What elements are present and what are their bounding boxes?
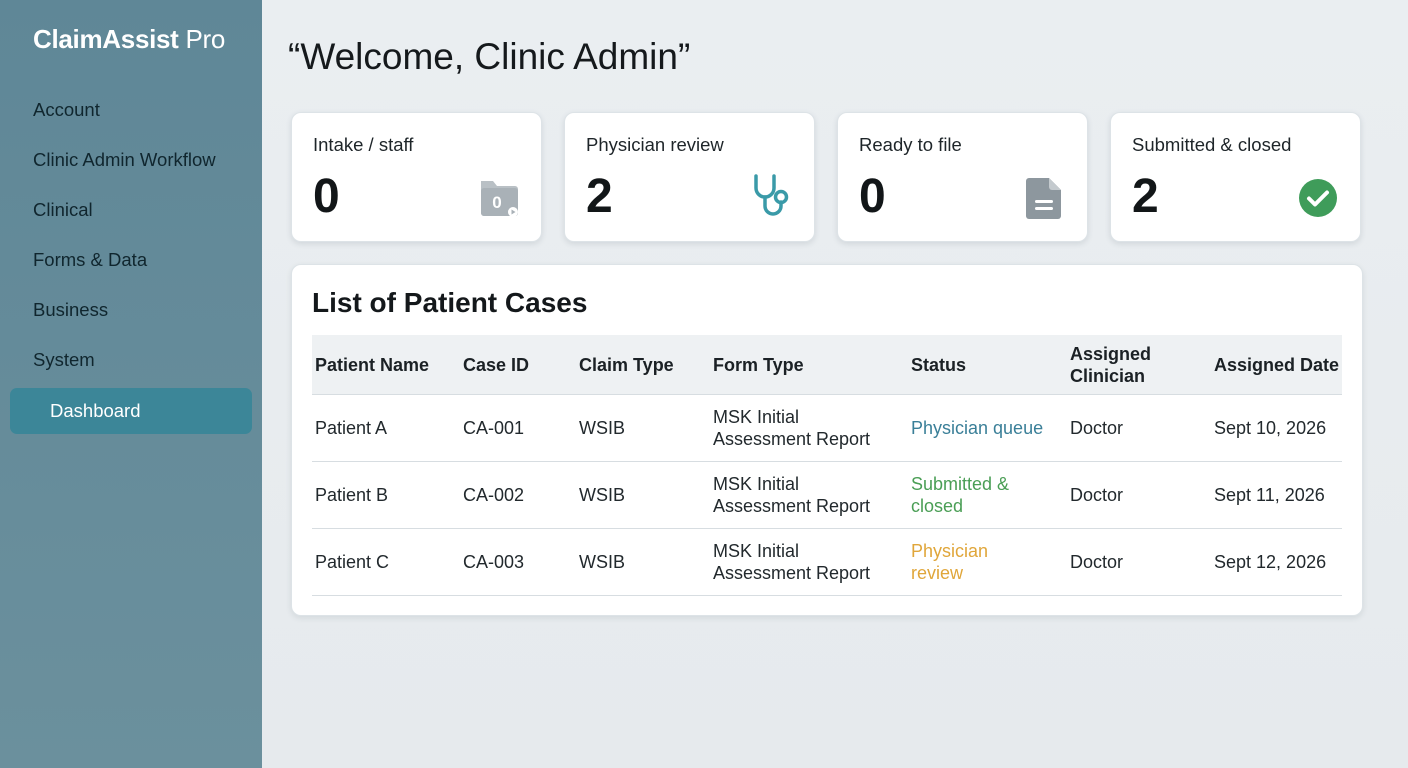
stat-card-label: Submitted & closed [1132, 134, 1292, 155]
cell-status: Submitted & closed [908, 461, 1067, 529]
stat-card-intake[interactable]: Intake / staff 0 0 [291, 112, 542, 242]
column-header-claim-type[interactable]: Claim Type [576, 335, 710, 395]
main-content: “Welcome, Clinic Admin” Intake / staff 0… [262, 0, 1408, 768]
document-icon [1023, 175, 1067, 221]
stat-card-value: 2 [1132, 170, 1159, 223]
stat-card-submitted-closed[interactable]: Submitted & closed 2 [1110, 112, 1361, 242]
column-header-patient-name[interactable]: Patient Name [312, 335, 460, 395]
column-header-assigned-date[interactable]: Assigned Date [1211, 335, 1342, 395]
cell-case-id: CA-002 [460, 461, 576, 529]
column-header-assigned-clinician[interactable]: Assigned Clinician [1067, 335, 1211, 395]
cell-date: Sept 11, 2026 [1211, 461, 1342, 529]
cell-clinician: Doctor [1067, 461, 1211, 529]
stat-card-ready-to-file[interactable]: Ready to file 0 [837, 112, 1088, 242]
stat-card-value: 0 [313, 170, 340, 223]
sidebar-item-account[interactable]: Account [0, 86, 262, 136]
check-circle-icon [1296, 175, 1340, 221]
stat-card-value: 2 [586, 170, 613, 223]
stat-card-value: 0 [859, 170, 886, 223]
stat-card-label: Intake / staff [313, 134, 414, 155]
table-header-row: Patient Name Case ID Claim Type Form Typ… [312, 335, 1342, 395]
cell-patient-name: Patient A [312, 394, 460, 462]
stat-card-label: Physician review [586, 134, 724, 155]
patient-cases-panel: List of Patient Cases Patient Name Case … [291, 264, 1363, 616]
sidebar-item-forms-data[interactable]: Forms & Data [0, 236, 262, 286]
table-row[interactable]: Patient B CA-002 WSIB MSK Initial Assess… [312, 461, 1342, 529]
cell-patient-name: Patient B [312, 461, 460, 529]
column-header-case-id[interactable]: Case ID [460, 335, 576, 395]
cell-claim-type: WSIB [576, 528, 710, 596]
sidebar-item-clinic-admin-workflow[interactable]: Clinic Admin Workflow [0, 136, 262, 186]
cell-clinician: Doctor [1067, 528, 1211, 596]
cell-form-type: MSK Initial Assessment Report [710, 461, 908, 529]
cell-status: Physician review [908, 528, 1067, 596]
sidebar-item-clinical[interactable]: Clinical [0, 186, 262, 236]
cell-date: Sept 12, 2026 [1211, 528, 1342, 596]
stethoscope-icon [750, 173, 794, 219]
table-title: List of Patient Cases [312, 287, 588, 318]
cell-status: Physician queue [908, 394, 1067, 462]
cell-patient-name: Patient C [312, 528, 460, 596]
cell-form-type: MSK Initial Assessment Report [710, 394, 908, 462]
cell-date: Sept 10, 2026 [1211, 394, 1342, 462]
sidebar: ClaimAssist Pro Account Clinic Admin Wor… [0, 0, 262, 768]
table-row[interactable]: Patient A CA-001 WSIB MSK Initial Assess… [312, 394, 1342, 462]
cell-claim-type: WSIB [576, 394, 710, 462]
cell-case-id: CA-001 [460, 394, 576, 462]
table-row[interactable]: Patient C CA-003 WSIB MSK Initial Assess… [312, 528, 1342, 596]
stat-card-label: Ready to file [859, 134, 962, 155]
column-header-status[interactable]: Status [908, 335, 1067, 395]
sidebar-item-system[interactable]: System [0, 336, 262, 386]
sidebar-nav: Account Clinic Admin Workflow Clinical F… [0, 86, 262, 434]
page-title: “Welcome, Clinic Admin” [288, 36, 691, 77]
sidebar-item-business[interactable]: Business [0, 286, 262, 336]
cell-form-type: MSK Initial Assessment Report [710, 528, 908, 596]
column-header-form-type[interactable]: Form Type [710, 335, 908, 395]
cell-claim-type: WSIB [576, 461, 710, 529]
cell-clinician: Doctor [1067, 394, 1211, 462]
cell-case-id: CA-003 [460, 528, 576, 596]
sidebar-item-dashboard[interactable]: Dashboard [10, 388, 252, 434]
svg-text:0: 0 [492, 193, 501, 212]
stat-card-physician-review[interactable]: Physician review 2 [564, 112, 815, 242]
patient-cases-table: Patient Name Case ID Claim Type Form Typ… [312, 335, 1342, 596]
folder-icon: 0 [477, 175, 521, 221]
app-brand: ClaimAssist Pro [33, 24, 226, 54]
